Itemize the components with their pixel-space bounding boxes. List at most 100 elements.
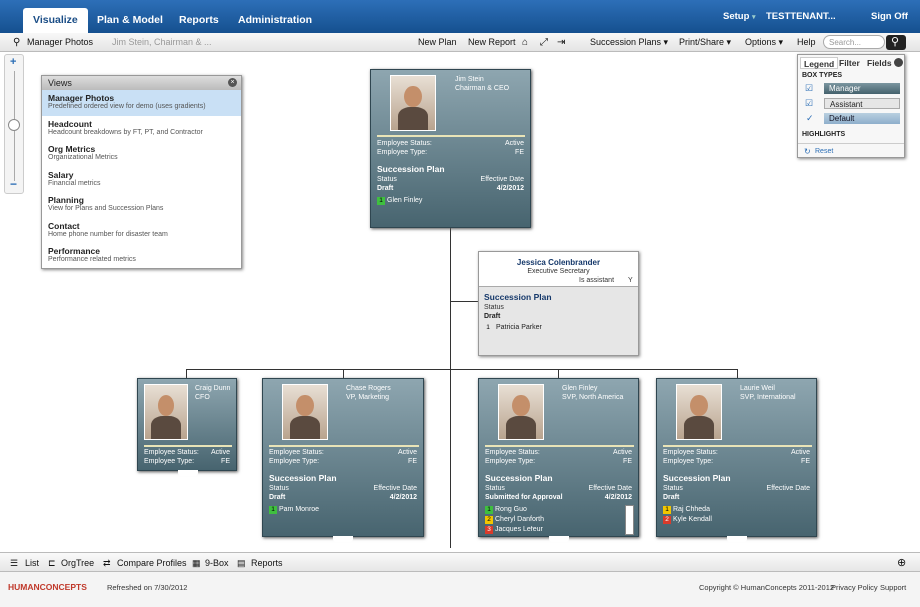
manager-photos-view[interactable]: Manager Photos [27, 37, 93, 47]
manager-card[interactable]: Craig Dunn CFO Employee Status: Active E… [137, 378, 237, 476]
support-link[interactable]: Support [880, 583, 906, 592]
setup-menu[interactable]: Setup ▾ [723, 11, 756, 22]
divider [798, 143, 904, 144]
manager-card[interactable]: Glen Finley SVP, North America Employee … [478, 378, 639, 542]
checkbox-manager[interactable]: ☑ [805, 83, 813, 94]
assistant-card[interactable]: Jessica Colenbrander Executive Secretary… [478, 251, 639, 356]
status-label: Status [484, 304, 504, 311]
reset-link[interactable]: Reset [815, 148, 833, 155]
ninebox-icon[interactable]: ▦ [192, 558, 201, 569]
expand-toggle[interactable] [727, 536, 747, 542]
succession-plans-menu[interactable]: Succession Plans ▾ [590, 37, 668, 48]
expand-toggle[interactable] [549, 536, 569, 542]
emp-status-value: Active [612, 449, 632, 456]
exit-icon[interactable]: ⇥ [557, 37, 565, 48]
add-icon[interactable]: ⊕ [897, 556, 906, 569]
tab-reports[interactable]: Reports [179, 8, 219, 33]
views-item-title: Contact [48, 220, 80, 231]
views-item[interactable]: Performance Performance related metrics [42, 243, 241, 269]
print-share-menu[interactable]: Print/Share ▾ [679, 37, 731, 48]
tab-filter[interactable]: Filter [836, 57, 863, 69]
successor-name: Pam Monroe [279, 506, 320, 513]
successor-item: 3 Jacques Lefeur [485, 526, 543, 536]
reports-button[interactable]: Reports [251, 558, 283, 568]
views-item-desc: Performance related metrics [48, 256, 136, 263]
tenant-name[interactable]: TESTTENANT... [766, 11, 836, 22]
successor-name: Cheryl Danforth [495, 516, 545, 523]
emp-status-value: Active [790, 449, 810, 456]
new-plan-button[interactable]: New Plan [418, 37, 457, 47]
plan-status: Draft [663, 494, 680, 501]
is-assistant-label: Is assistant [579, 277, 615, 284]
expand-toggle[interactable] [178, 470, 198, 476]
compare-icon[interactable]: ⇄ [103, 558, 111, 569]
box-type-default: Default [824, 113, 900, 124]
checkbox-assistant[interactable]: ☑ [805, 98, 813, 109]
manager-card[interactable]: Chase Rogers VP, Marketing Employee Stat… [262, 378, 424, 542]
list-button[interactable]: List [25, 558, 39, 568]
tab-administration[interactable]: Administration [238, 8, 312, 33]
successor-scrollbar[interactable] [625, 505, 634, 535]
zoom-handle[interactable] [8, 119, 20, 131]
zoom-out-icon[interactable]: − [10, 177, 17, 191]
views-panel: Views × Manager Photos Predefined ordered… [41, 75, 242, 269]
views-item[interactable]: Manager Photos Predefined ordered view fo… [42, 90, 241, 116]
bottom-toolbar: ☰ List ⊏ OrgTree ⇄ Compare Profiles ▦ 9-… [0, 552, 920, 572]
successor-name: Raj Chheda [673, 506, 710, 513]
tab-plan-model[interactable]: Plan & Model [97, 8, 163, 33]
views-item[interactable]: Planning View for Plans and Succession Pl… [42, 192, 241, 218]
successor-item: 1 Rong Guo [485, 506, 527, 514]
rank-badge: 1 [269, 506, 277, 514]
tab-legend[interactable]: Legend [800, 57, 839, 69]
plan-status: Draft [484, 313, 501, 320]
emp-status-label: Employee Status: [144, 449, 199, 456]
options-menu[interactable]: Options ▾ [745, 37, 783, 48]
reset-icon[interactable]: ↻ [804, 147, 811, 156]
manager-card[interactable]: Laurie Weil SVP, International Employee … [656, 378, 817, 542]
close-icon[interactable]: × [228, 78, 237, 87]
breadcrumb[interactable]: Jim Stein, Chairman & ... [112, 37, 212, 47]
successor-name: Rong Guo [495, 506, 527, 513]
list-icon[interactable]: ☰ [10, 558, 18, 569]
manager-card-ceo[interactable]: Jim Stein Chairman & CEO Employee Status… [370, 69, 531, 228]
tab-fields[interactable]: Fields [864, 57, 895, 69]
views-item[interactable]: Headcount Headcount breakdowns by FT, PT,… [42, 116, 241, 142]
minimize-icon[interactable] [894, 58, 903, 67]
successor-item: 1 Glen Finley [377, 197, 422, 205]
orgtree-button[interactable]: OrgTree [61, 558, 94, 568]
effective-date-label: Effective Date [373, 485, 417, 492]
fit-screen-icon[interactable]: ⤢ [540, 37, 548, 48]
rank-badge: 2 [485, 516, 493, 524]
views-item[interactable]: Contact Home phone number for disaster te… [42, 218, 241, 244]
connector [450, 301, 479, 302]
plan-date: 4/2/2012 [496, 185, 524, 192]
tab-visualize[interactable]: Visualize [23, 8, 88, 33]
zoom-slider[interactable]: + − [4, 54, 24, 194]
expand-toggle[interactable] [333, 536, 353, 542]
plan-status: Draft [377, 185, 394, 192]
search-input[interactable]: Search... [823, 35, 885, 49]
emp-type-value: FE [515, 149, 524, 156]
signoff-link[interactable]: Sign Off [871, 11, 908, 22]
help-link[interactable]: Help [797, 37, 816, 47]
orgtree-icon[interactable]: ⊏ [48, 558, 56, 569]
successor-name: Patricia Parker [495, 324, 542, 331]
ninebox-button[interactable]: 9-Box [205, 558, 229, 568]
compare-profiles-button[interactable]: Compare Profiles [117, 558, 187, 568]
new-report-button[interactable]: New Report [468, 37, 516, 47]
views-item[interactable]: Salary Financial metrics [42, 167, 241, 193]
employee-name: Craig Dunn [195, 385, 231, 392]
privacy-link[interactable]: Privacy Policy [831, 583, 878, 592]
views-item[interactable]: Org Metrics Organizational Metrics [42, 141, 241, 167]
employee-name: Jessica Colenbrander [516, 258, 601, 267]
hierarchy-icon: ⚲ [13, 37, 21, 48]
successor-name: Jacques Lefeur [495, 526, 543, 533]
zoom-in-icon[interactable]: + [10, 56, 16, 68]
succession-plan-title: Succession Plan [663, 473, 731, 483]
search-button[interactable]: ⚲ [886, 35, 906, 50]
reports-icon[interactable]: ▤ [237, 558, 246, 569]
connector [558, 369, 559, 378]
home-icon[interactable]: ⌂ [522, 37, 528, 48]
box-type-manager: Manager [824, 83, 900, 94]
checkbox-default[interactable]: ✓ [806, 113, 814, 124]
